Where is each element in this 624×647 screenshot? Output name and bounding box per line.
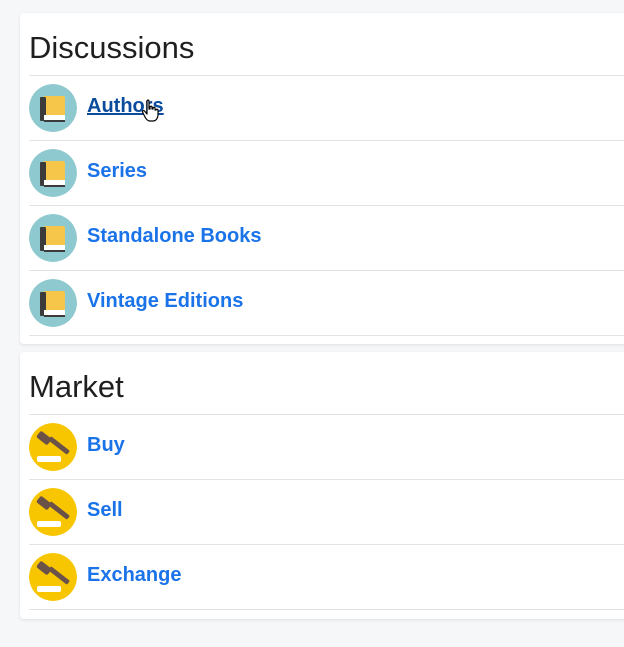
- standalone-books-link[interactable]: Standalone Books: [87, 225, 261, 247]
- gavel-icon: [29, 488, 77, 536]
- sell-link[interactable]: Sell: [87, 499, 123, 521]
- market-title: Market: [29, 369, 124, 404]
- list-item-sell[interactable]: Sell: [29, 479, 624, 544]
- market-card: Market Buy Sell Exchange: [20, 352, 624, 619]
- book-icon: [29, 149, 77, 197]
- vintage-editions-link[interactable]: Vintage Editions: [87, 290, 243, 312]
- list-item-standalone-books[interactable]: Standalone Books: [29, 205, 624, 270]
- list-item-authors[interactable]: Authors: [29, 75, 624, 140]
- gavel-icon: [29, 423, 77, 471]
- list-item-vintage-editions[interactable]: Vintage Editions: [29, 270, 624, 336]
- book-icon: [29, 214, 77, 262]
- authors-link[interactable]: Authors: [87, 95, 164, 117]
- list-item-buy[interactable]: Buy: [29, 414, 624, 479]
- buy-link[interactable]: Buy: [87, 434, 125, 456]
- list-item-series[interactable]: Series: [29, 140, 624, 205]
- discussions-card: Discussions Authors Series Standalone Bo…: [20, 13, 624, 344]
- exchange-link[interactable]: Exchange: [87, 564, 181, 586]
- book-icon: [29, 279, 77, 327]
- list-item-exchange[interactable]: Exchange: [29, 544, 624, 610]
- book-icon: [29, 84, 77, 132]
- discussions-title: Discussions: [29, 30, 195, 65]
- gavel-icon: [29, 553, 77, 601]
- series-link[interactable]: Series: [87, 160, 147, 182]
